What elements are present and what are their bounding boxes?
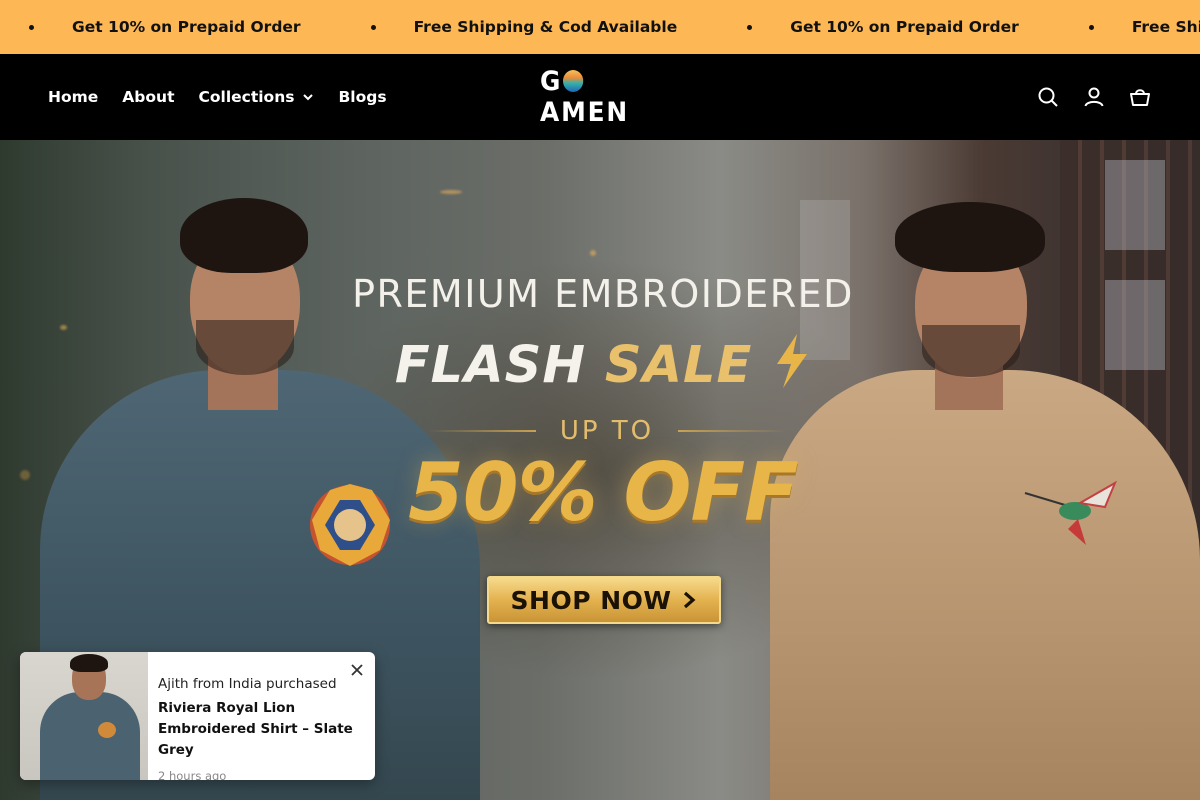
- announcement-message: Get 10% on Prepaid Order: [790, 18, 1019, 36]
- thumb-hair: [70, 654, 108, 672]
- popup-timestamp: 2 hours ago: [158, 769, 227, 780]
- curly-hair: [180, 198, 308, 273]
- sparkle: [590, 250, 596, 256]
- logo-sunset-icon: [563, 70, 584, 92]
- account-icon[interactable]: [1082, 85, 1106, 109]
- headline-flash-sale: FLASH SALE: [330, 334, 876, 395]
- up-to-text: UP TO: [559, 416, 655, 446]
- popup-body: Ajith from India purchased Riviera Royal…: [158, 676, 358, 780]
- divider-line: [428, 430, 536, 432]
- nav-about[interactable]: About: [122, 88, 174, 106]
- recent-purchase-popup[interactable]: Ajith from India purchased Riviera Royal…: [20, 652, 375, 780]
- sparkle: [20, 470, 30, 480]
- main-nav: Home About Collections Blogs: [48, 54, 387, 140]
- search-icon[interactable]: [1036, 85, 1060, 109]
- beard: [196, 320, 294, 375]
- bullet-dot: [29, 24, 34, 30]
- announcement-message: Free Shipping & Cod Available: [1131, 18, 1200, 36]
- flash-text: FLASH: [394, 336, 587, 395]
- curly-hair: [895, 202, 1045, 272]
- bullet-dot: [1088, 24, 1094, 30]
- beard: [922, 325, 1020, 377]
- close-icon[interactable]: [349, 662, 365, 678]
- chevron-down-icon: [303, 94, 314, 101]
- lightning-bolt-icon: [777, 334, 808, 388]
- thumb-shirt: [40, 692, 140, 780]
- up-to-row: UP TO: [428, 416, 786, 446]
- nav-collections-label: Collections: [198, 88, 295, 106]
- header-icons: [1036, 54, 1152, 140]
- announcement-bar: Get 10% on Prepaid Order Free Shipping &…: [0, 0, 1200, 54]
- logo-wordmark: GAMEN: [540, 66, 630, 128]
- announcement-message: Free Shipping & Cod Available: [413, 18, 678, 36]
- discount-text: 50% OFF: [408, 446, 799, 539]
- shop-now-label: SHOP NOW: [510, 585, 672, 615]
- site-logo[interactable]: GAMEN: [540, 66, 662, 128]
- hero-headline: PREMIUM EMBROIDERED FLASH SALE: [330, 272, 876, 395]
- popup-buyer-text: Ajith from India purchased: [158, 676, 337, 692]
- shop-now-button[interactable]: SHOP NOW: [487, 576, 721, 624]
- chevron-right-icon: [684, 591, 696, 609]
- nav-blogs[interactable]: Blogs: [338, 88, 386, 106]
- product-thumbnail[interactable]: [20, 652, 148, 780]
- sale-text: SALE: [604, 336, 753, 395]
- popup-product-link[interactable]: Riviera Royal Lion Embroidered Shirt – S…: [158, 698, 358, 761]
- divider-line: [677, 430, 786, 432]
- nav-collections[interactable]: Collections: [198, 88, 314, 106]
- bullet-dot: [370, 24, 376, 30]
- hummingbird-embroidery-icon: [1024, 480, 1118, 545]
- site-header: Home About Collections Blogs GAMEN: [0, 54, 1200, 140]
- announcement-message: Get 10% on Prepaid Order: [72, 18, 301, 36]
- announcement-track: Get 10% on Prepaid Order Free Shipping &…: [0, 0, 1200, 54]
- cart-icon[interactable]: [1128, 85, 1152, 109]
- beige-shirt: [770, 370, 1200, 800]
- headline-premium-embroidered: PREMIUM EMBROIDERED: [352, 272, 854, 316]
- thumb-lion-embroidery: [98, 722, 116, 738]
- bullet-dot: [747, 24, 753, 30]
- nav-home[interactable]: Home: [48, 88, 98, 106]
